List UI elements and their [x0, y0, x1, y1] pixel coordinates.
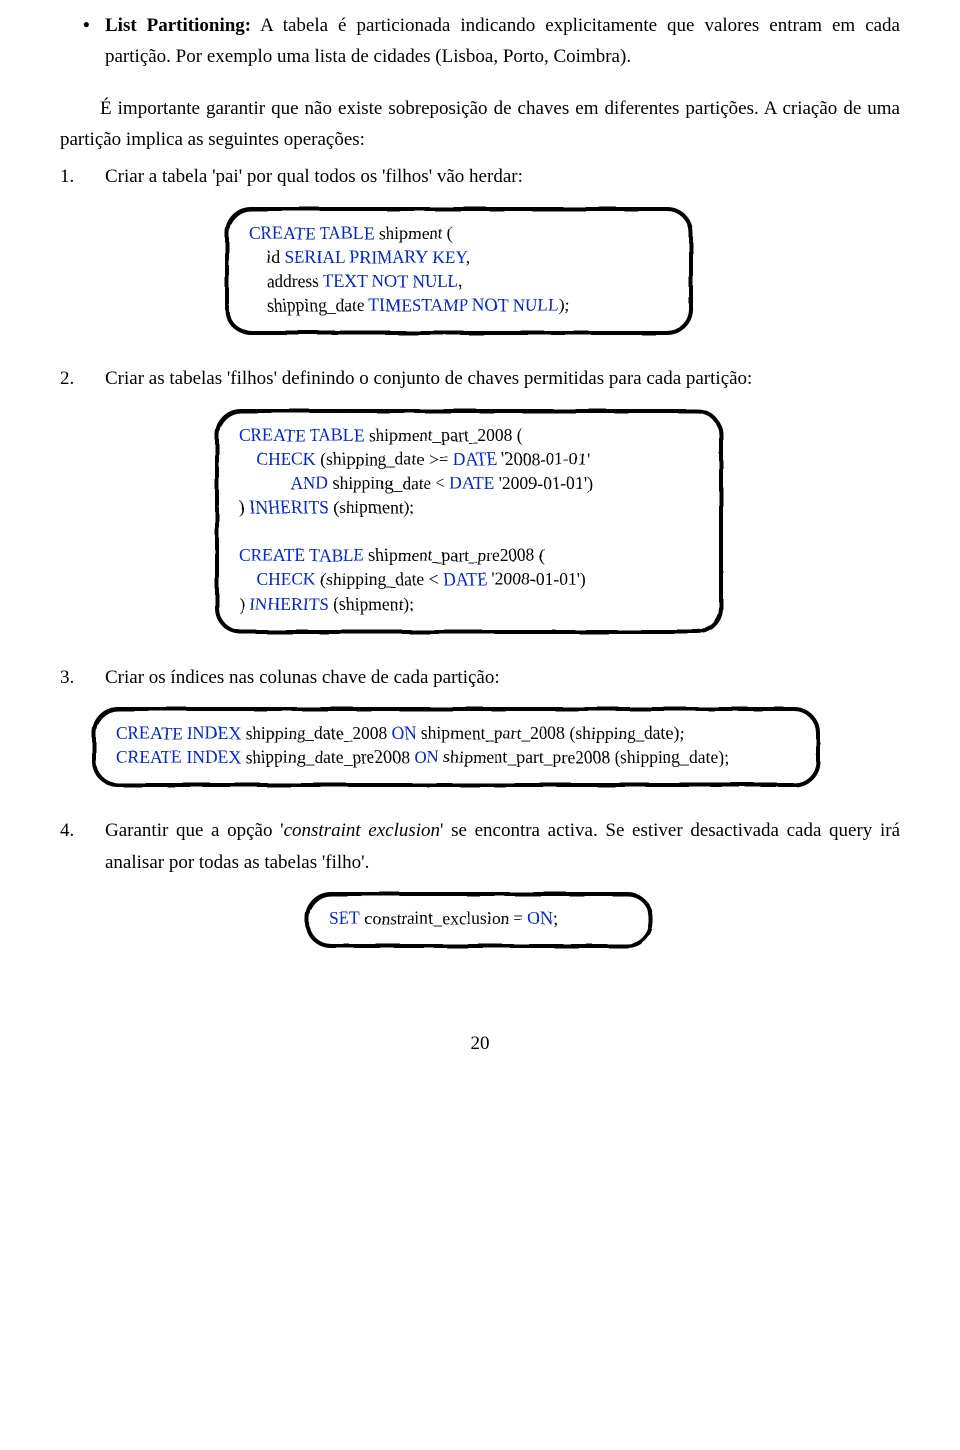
page-number: 20	[60, 1028, 900, 1059]
bullet-item-list-partitioning: List Partitioning: A tabela é particiona…	[105, 10, 900, 73]
code-text: )	[239, 497, 249, 517]
intro-text: É importante garantir que não existe sob…	[60, 98, 900, 150]
step-text-pre: Garantir que a opção '	[105, 820, 284, 841]
bullet-list: List Partitioning: A tabela é particiona…	[60, 10, 900, 73]
code-text: shipping_date_pre2008	[241, 747, 414, 767]
code-text: (shipment);	[329, 497, 414, 517]
kw: TIMESTAMP NOT NULL	[369, 295, 559, 315]
step-4: 4. Garantir que a opção 'constraint excl…	[105, 815, 900, 878]
code-text: (shipping_date >=	[316, 449, 453, 469]
code-text: constraint_exclusion =	[360, 908, 528, 928]
kw: DATE	[450, 473, 495, 493]
code-text: shipment_part_2008 (shipping_date);	[417, 723, 684, 743]
code-text: shipping_date	[249, 295, 369, 315]
kw: INHERITS	[249, 497, 329, 517]
step-2: 2. Criar as tabelas 'filhos' definindo o…	[105, 363, 900, 394]
kw: AND	[239, 473, 328, 493]
kw: ON	[528, 908, 553, 928]
step-number: 3.	[60, 662, 95, 693]
kw: TEXT NOT NULL	[323, 271, 458, 291]
kw: DATE	[453, 449, 498, 469]
kw: CHECK	[239, 569, 316, 589]
code-text: )	[239, 594, 249, 614]
step-number: 4.	[60, 815, 95, 846]
kw: ON	[414, 747, 439, 767]
kw: CREATE TABLE	[239, 425, 364, 445]
code-text: ;	[553, 908, 558, 928]
kw: CREATE TABLE	[239, 545, 364, 565]
code-text: '2008-01-01'	[497, 449, 589, 469]
code-text: address	[249, 271, 323, 291]
kw: CREATE INDEX	[116, 723, 241, 743]
kw: DATE	[443, 569, 488, 589]
kw: INHERITS	[249, 594, 329, 614]
kw: CREATE TABLE	[249, 223, 374, 243]
code-text: (shipping_date <	[316, 569, 443, 589]
step-text: Criar as tabelas 'filhos' definindo o co…	[105, 368, 752, 389]
numbered-list-cont: 4. Garantir que a opção 'constraint excl…	[60, 815, 900, 948]
step-text-em: constraint exclusion	[284, 820, 440, 841]
code-text: shipping_date_2008	[241, 723, 392, 743]
code-text: );	[559, 295, 570, 315]
code-text: (shipment);	[329, 594, 414, 614]
code-block-4: SET constraint_exclusion = ON;	[305, 892, 653, 948]
code-text: id	[249, 247, 285, 267]
intro-paragraph: É importante garantir que não existe sob…	[0, 93, 900, 156]
kw: ON	[392, 723, 417, 743]
code-text: ,	[466, 247, 470, 267]
step-3: 3. Criar os índices nas colunas chave de…	[105, 662, 900, 693]
step-text: Criar os índices nas colunas chave de ca…	[105, 667, 500, 688]
code-text: shipment_part_pre2008 (shipping_date);	[439, 747, 729, 767]
code-text: ,	[459, 271, 463, 291]
step-text: Criar a tabela 'pai' por qual todos os '…	[105, 166, 523, 187]
step-number: 1.	[60, 161, 95, 192]
code-text: shipping_date <	[328, 473, 449, 493]
code-block-2: CREATE TABLE shipment_part_2008 ( CHECK …	[215, 409, 723, 634]
kw: SERIAL PRIMARY KEY	[285, 247, 466, 267]
code-block-1: CREATE TABLE shipment ( id SERIAL PRIMAR…	[225, 207, 693, 336]
bullet-label: List Partitioning:	[105, 15, 251, 36]
code-text: shipment_part_2008 (	[364, 425, 522, 445]
kw: CREATE INDEX	[116, 747, 241, 767]
step-1: 1. Criar a tabela 'pai' por qual todos o…	[105, 161, 900, 192]
code-text: '2009-01-01')	[494, 473, 592, 493]
step-number: 2.	[60, 363, 95, 394]
code-text: '2008-01-01')	[488, 569, 586, 589]
kw: SET	[329, 908, 360, 928]
kw: CHECK	[239, 449, 316, 469]
code-text: shipment (	[374, 223, 453, 243]
code-block-3: CREATE INDEX shipping_date_2008 ON shipm…	[92, 707, 820, 787]
code-text: shipment_part_pre2008 (	[364, 545, 545, 565]
numbered-list: 1. Criar a tabela 'pai' por qual todos o…	[60, 161, 900, 693]
